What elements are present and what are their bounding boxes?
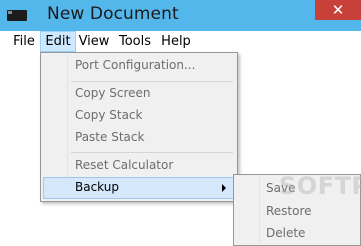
title-bar[interactable]: New Document ✕ <box>0 0 361 31</box>
edit-menu-dropdown: Port Configuration... Copy Screen Copy S… <box>40 52 238 202</box>
menu-tools[interactable]: Tools <box>114 31 156 52</box>
menu-item-label: Copy Stack <box>75 108 143 122</box>
close-button[interactable]: ✕ <box>315 0 361 20</box>
submenu-arrow-icon <box>222 184 226 192</box>
menu-item-delete[interactable]: Delete <box>266 226 305 240</box>
app-window: New Document ✕ File Edit View Tools Help… <box>0 0 361 246</box>
window-title: New Document <box>47 4 179 24</box>
menu-item-label: Reset Calculator <box>75 158 174 172</box>
menu-separator <box>71 81 233 82</box>
menu-help[interactable]: Help <box>158 31 194 52</box>
menu-edit[interactable]: Edit <box>40 31 76 52</box>
menu-file[interactable]: File <box>8 31 40 52</box>
menu-item-backup[interactable]: Backup <box>43 177 235 199</box>
menu-item-paste-stack[interactable]: Paste Stack <box>43 127 235 149</box>
menu-bar: File Edit View Tools Help <box>8 31 353 54</box>
menu-item-port-configuration[interactable]: Port Configuration... <box>43 55 235 77</box>
menu-item-label: Copy Screen <box>75 86 151 100</box>
watermark-logo: SOFTPEDIA <box>279 172 361 200</box>
menu-item-copy-stack[interactable]: Copy Stack <box>43 105 235 127</box>
menu-gutter-divider <box>259 177 260 243</box>
menu-separator <box>71 152 233 153</box>
menu-view[interactable]: View <box>76 31 112 52</box>
menu-item-restore[interactable]: Restore <box>266 204 312 218</box>
menu-item-reset-calculator[interactable]: Reset Calculator <box>43 155 235 177</box>
menu-item-label: Paste Stack <box>75 130 145 144</box>
app-icon <box>7 10 27 21</box>
menu-item-label: Port Configuration... <box>75 58 196 72</box>
menu-item-label: Backup <box>75 180 119 194</box>
menu-item-copy-screen[interactable]: Copy Screen <box>43 83 235 105</box>
